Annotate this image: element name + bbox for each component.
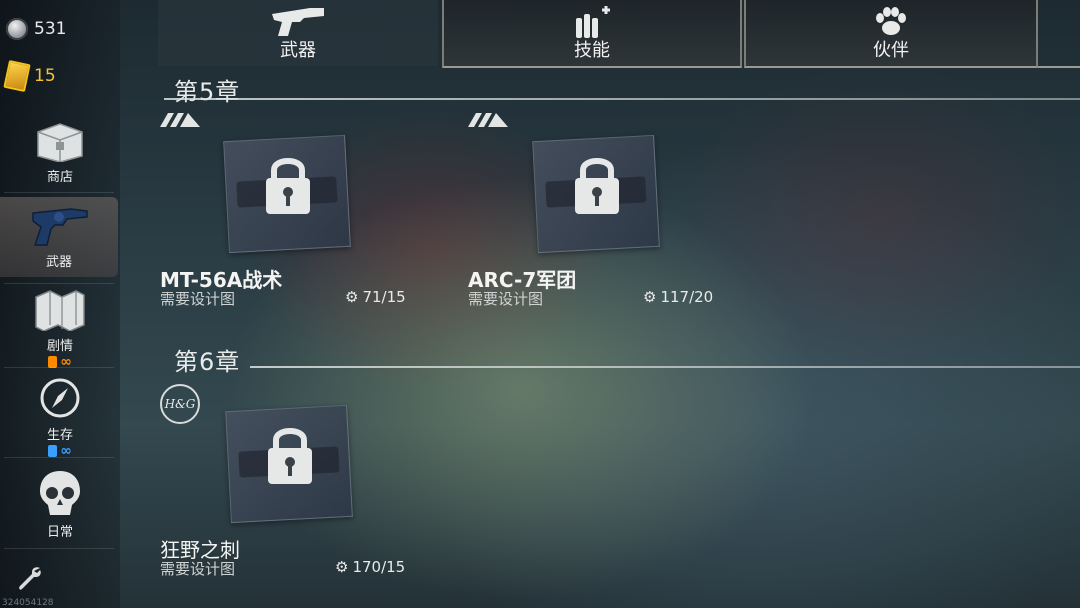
pistol-icon: [272, 8, 324, 36]
sidebar-item-label: 商店: [46, 170, 73, 185]
wrench-icon: [19, 567, 41, 590]
gold-ticket-icon: [3, 60, 31, 92]
gears-icon: ⚙: [643, 288, 657, 306]
gears-icon: ⚙: [345, 288, 359, 306]
tier-icon: [160, 113, 200, 127]
sidebar-item-label: 日常: [46, 525, 73, 540]
silver-coin-icon: [6, 18, 28, 40]
lock-icon: [575, 158, 619, 214]
paw-icon: [876, 7, 906, 35]
weapon-requirement: 需要设计图: [160, 290, 236, 308]
sidebar-item-survival[interactable]: 生存 ∞: [0, 372, 120, 459]
weapon-card-mt56a[interactable]: [223, 134, 351, 258]
blueprint-count: ⚙ 117/20: [643, 288, 714, 306]
lock-icon: [266, 158, 310, 214]
tab-label: 武器: [280, 40, 316, 61]
brand-logo: H&G: [160, 384, 200, 424]
sidebar-item-label: 剧情: [46, 339, 73, 354]
skull-icon: [40, 471, 80, 515]
chapter-divider: [164, 98, 1080, 100]
sidebar-item-weapons[interactable]: 武器: [0, 197, 118, 277]
gears-icon: ⚙: [335, 558, 349, 576]
blueprint-count: ⚙ 71/15: [345, 288, 406, 306]
gold-ticket-currency: 15: [3, 60, 56, 92]
silver-amount: 531: [34, 19, 67, 39]
tab-partners[interactable]: 伙伴: [744, 0, 1038, 68]
weapon-card-arc7[interactable]: [532, 134, 660, 258]
weapon-requirement: 需要设计图: [468, 290, 544, 308]
sidebar-item-daily[interactable]: 日常: [0, 465, 120, 545]
ammo-plus-icon: [576, 6, 610, 38]
gold-ticket-amount: 15: [34, 66, 56, 86]
sidebar-item-label: 武器: [45, 255, 72, 270]
chapter-title: 第5章: [174, 78, 241, 106]
blueprint-count: ⚙ 170/15: [335, 558, 406, 576]
compass-icon: [40, 378, 80, 418]
sidebar-item-label: 生存: [46, 428, 73, 443]
weapon-card-wild-thorn[interactable]: [225, 404, 353, 528]
sidebar-item-shop[interactable]: 商店: [0, 112, 120, 192]
tab-skills[interactable]: 技能: [442, 0, 742, 68]
map-icon: [35, 290, 85, 332]
version-label: 324054128: [2, 598, 54, 608]
tab-weapons[interactable]: 武器: [158, 0, 438, 66]
sidebar-item-story[interactable]: 剧情 ∞: [0, 287, 120, 370]
weapon-requirement: 需要设计图: [160, 560, 236, 578]
tier-icon: [468, 113, 508, 127]
tab-bar: 武器 技能 伙伴: [158, 0, 1080, 70]
chest-icon: [37, 123, 83, 163]
settings-button[interactable]: [16, 564, 44, 596]
sidebar: 531 15 商店 武器 剧情 ∞ 生存 ∞ 日常 324054128: [0, 0, 120, 608]
silver-currency: 531: [6, 18, 66, 40]
chapter-divider: [250, 366, 1080, 368]
chapter-title: 第6章: [174, 348, 241, 376]
revolver-icon: [32, 208, 88, 246]
tab-label: 伙伴: [873, 40, 909, 61]
lock-icon: [268, 428, 312, 484]
tab-label: 技能: [574, 40, 610, 61]
blue-ticket-icon: [48, 445, 58, 457]
